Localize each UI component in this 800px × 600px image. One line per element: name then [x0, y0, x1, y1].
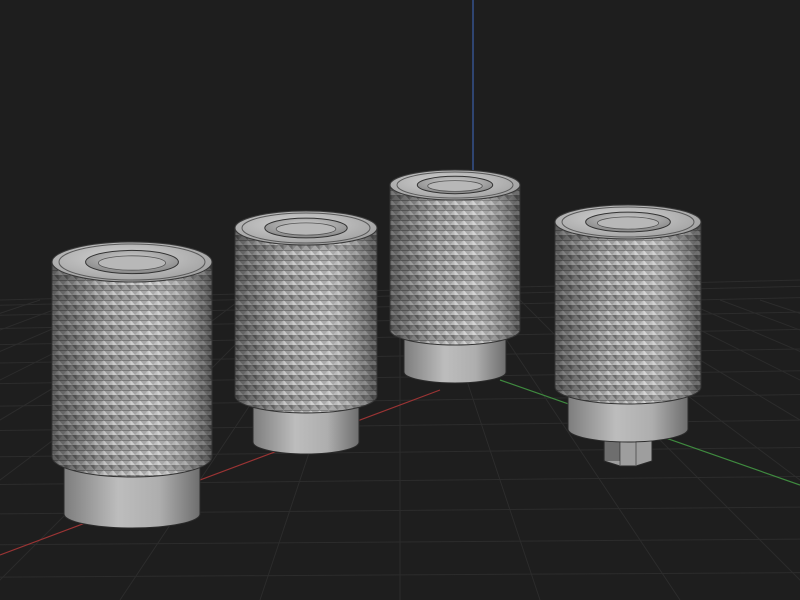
knurled-body — [554, 221, 702, 405]
knurled-knob-4[interactable] — [554, 204, 702, 467]
top-face — [51, 241, 213, 283]
knurled-knob-3[interactable] — [389, 169, 521, 384]
top-face — [234, 210, 378, 246]
viewport-canvas[interactable] — [0, 0, 800, 600]
top-face — [554, 204, 702, 240]
knurled-knob-2[interactable] — [234, 210, 378, 455]
knurled-knob-1[interactable] — [51, 241, 213, 529]
3d-viewport[interactable] — [0, 0, 800, 600]
knurled-body — [389, 184, 521, 346]
top-face — [389, 169, 521, 201]
scene-objects — [51, 169, 702, 529]
grid-line — [0, 299, 41, 314]
grid-line — [759, 299, 800, 314]
knurled-body — [234, 227, 378, 414]
knurled-body — [51, 261, 213, 478]
